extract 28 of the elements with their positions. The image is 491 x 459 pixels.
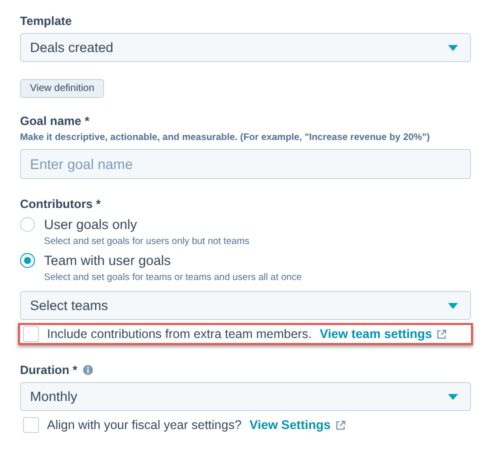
- field-label: Template: [20, 14, 73, 28]
- field-label: Contributors *: [20, 197, 102, 211]
- radio-label: User goals only: [44, 217, 138, 232]
- field-hint: Make it descriptive, actionable, and measurable. (For example, "Increase revenue by 20%"): [20, 132, 431, 143]
- template-select[interactable]: Deals created: [20, 33, 471, 62]
- checkbox[interactable]: [23, 326, 39, 342]
- checkbox[interactable]: [23, 417, 39, 433]
- radio-button[interactable]: [20, 253, 35, 268]
- info-icon: [83, 365, 94, 375]
- duration-select[interactable]: Monthly: [20, 382, 471, 411]
- radio-label: Team with user goals: [44, 253, 171, 268]
- caret-icon: [448, 302, 458, 308]
- external-link-icon: [334, 420, 346, 430]
- option-hint: Select and set goals for users only but not teams: [44, 236, 250, 247]
- field-label: Goal name *: [20, 114, 90, 128]
- view-definition-button[interactable]: View definition: [20, 79, 104, 98]
- settings-link[interactable]: View team settings: [320, 327, 448, 341]
- checkbox-label: Align with your fiscal year settings?: [47, 418, 242, 432]
- caret-icon: [448, 394, 458, 400]
- checkbox-label: Include contributions from extra team members.: [47, 327, 312, 341]
- radio-button[interactable]: [20, 217, 35, 232]
- external-link-icon: [436, 328, 448, 340]
- duration-label: Duration *: [20, 363, 78, 377]
- goal-name-field[interactable]: Enter goal name: [20, 149, 471, 179]
- settings-link[interactable]: View Settings: [250, 418, 346, 432]
- teams-select[interactable]: Select teams: [20, 291, 471, 320]
- caret-icon: [448, 44, 458, 50]
- option-hint: Select and set goals for teams or teams and users all at once: [44, 272, 303, 283]
